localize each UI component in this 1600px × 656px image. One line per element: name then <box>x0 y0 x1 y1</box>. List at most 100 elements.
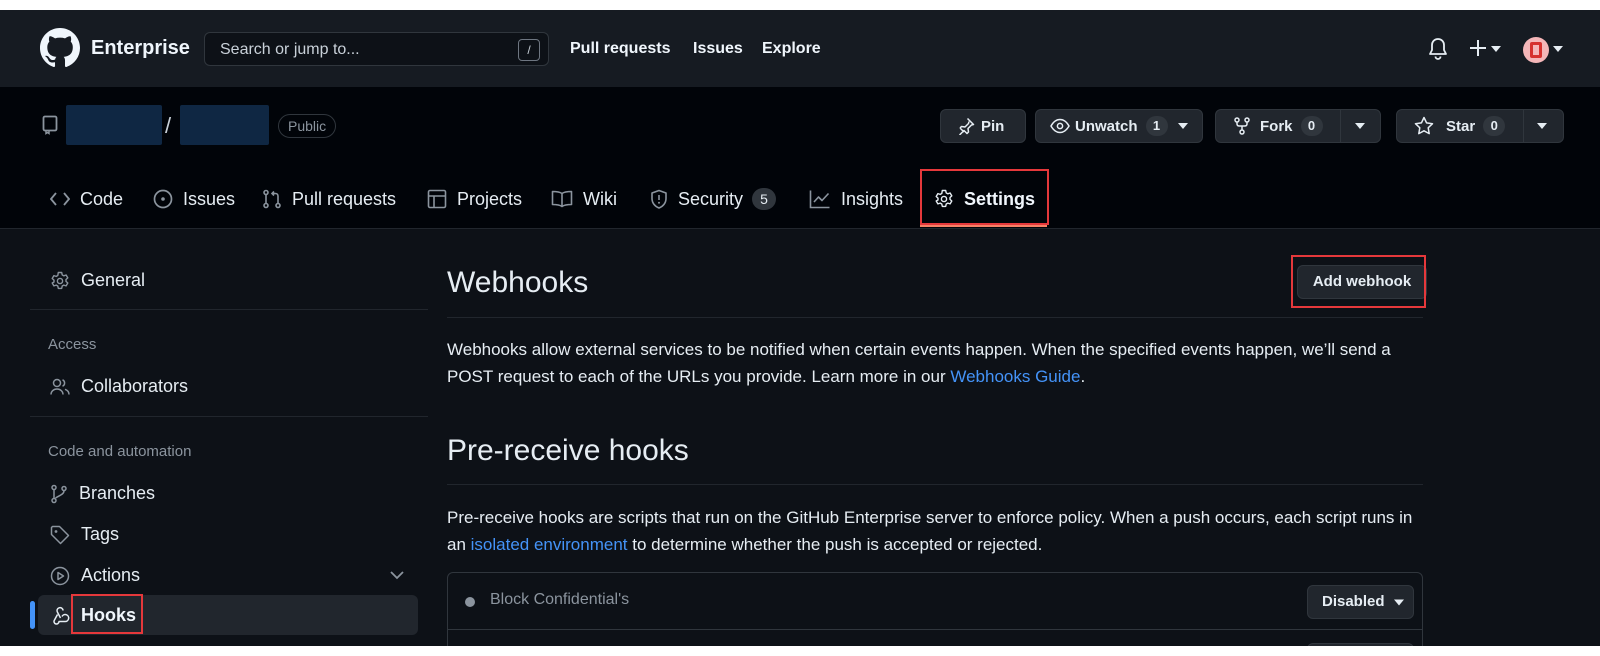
repo-header: / Public Pin Unwatch 1 Fork 0 Star 0 Cod… <box>0 87 1600 229</box>
sidebar-divider <box>30 416 428 417</box>
chevron-down-icon <box>1393 599 1404 606</box>
webhooks-description-text: Webhooks allow external services to be n… <box>447 340 1391 386</box>
sidebar-item-branches[interactable]: Branches <box>50 483 155 504</box>
fork-chevron-down-icon[interactable] <box>1354 122 1365 130</box>
book-icon <box>551 190 573 208</box>
add-webhook-highlight <box>1291 255 1426 308</box>
fork-count: 0 <box>1300 116 1323 136</box>
watch-count: 1 <box>1145 116 1168 136</box>
pin-icon <box>958 117 975 135</box>
webhooks-description: Webhooks allow external services to be n… <box>447 336 1423 390</box>
tab-pull-requests-label: Pull requests <box>292 188 397 209</box>
tab-code-label: Code <box>80 188 124 209</box>
gear-icon <box>51 271 69 289</box>
unwatch-chevron-down-icon <box>1177 123 1188 129</box>
hook-status-label: Disabled <box>1322 593 1385 610</box>
tab-insights-label: Insights <box>841 188 904 209</box>
repo-icon <box>42 115 58 135</box>
bottom-edge <box>0 646 1600 656</box>
webhooks-divider <box>447 317 1423 318</box>
unwatch-button[interactable]: Unwatch 1 <box>1035 109 1203 143</box>
list-item: Block Confidential's Disabled <box>448 573 1422 630</box>
sidebar-item-tags[interactable]: Tags <box>50 524 119 545</box>
fork-divider <box>1340 110 1341 142</box>
tab-issues-label: Issues <box>183 188 236 209</box>
star-chevron-down-icon[interactable] <box>1537 122 1548 130</box>
tab-wiki-label: Wiki <box>583 188 617 209</box>
hook-name: Block Confidential's <box>490 591 630 608</box>
sidebar-heading-code-automation: Code and automation <box>48 443 192 460</box>
star-label: Star <box>1446 117 1476 135</box>
sidebar-active-bar <box>30 601 35 629</box>
sidebar-item-branches-label: Branches <box>79 483 156 503</box>
sidebar-item-actions[interactable]: Actions <box>50 565 140 586</box>
code-icon <box>50 192 70 206</box>
pin-button[interactable]: Pin <box>940 109 1026 143</box>
pull-request-icon <box>263 189 281 209</box>
brand-name[interactable]: Enterprise <box>91 37 190 60</box>
star-count: 0 <box>1483 116 1506 136</box>
prereceive-description-end: to determine whether the push is accepte… <box>627 535 1043 554</box>
graph-icon <box>809 190 830 209</box>
plus-icon[interactable] <box>1469 39 1487 57</box>
hook-status-dropdown[interactable]: Disabled <box>1307 585 1414 619</box>
security-alert-count: 5 <box>752 188 777 210</box>
hooks-item-highlight <box>71 594 143 634</box>
sidebar-divider <box>30 309 428 310</box>
tab-projects[interactable]: Projects <box>427 184 522 214</box>
sidebar-item-collaborators[interactable]: Collaborators <box>50 376 188 397</box>
nav-explore[interactable]: Explore <box>762 40 821 58</box>
search-input[interactable]: Search or jump to... / <box>204 32 549 66</box>
webhook-icon <box>53 606 70 625</box>
tab-security-label: Security <box>678 188 744 209</box>
settings-tab-highlight <box>920 169 1049 225</box>
avatar[interactable] <box>1522 36 1550 64</box>
repo-name-redacted[interactable] <box>180 105 269 145</box>
nav-issues[interactable]: Issues <box>693 40 743 58</box>
prereceive-hooks-list: Block Confidential's Disabled <box>447 572 1423 656</box>
sidebar-item-general[interactable]: General <box>50 270 145 291</box>
git-branch-icon <box>51 484 67 503</box>
prereceive-description: Pre-receive hooks are scripts that run o… <box>447 504 1423 558</box>
tag-icon <box>50 525 70 544</box>
sidebar-item-tags-label: Tags <box>81 524 120 544</box>
fork-button[interactable]: Fork 0 <box>1215 109 1381 143</box>
prereceive-divider <box>447 484 1423 485</box>
repo-path-separator: / <box>165 113 172 138</box>
tab-insights[interactable]: Insights <box>809 184 903 214</box>
visibility-badge: Public <box>278 114 337 138</box>
unwatch-label: Unwatch <box>1075 117 1138 135</box>
status-dot-icon <box>465 597 475 607</box>
section-title-prereceive: Pre-receive hooks <box>447 434 689 467</box>
github-logo-icon[interactable] <box>40 28 80 68</box>
search-placeholder: Search or jump to... <box>220 41 360 58</box>
active-tab-indicator <box>920 225 1047 227</box>
repo-owner-redacted[interactable] <box>66 105 162 145</box>
sidebar-item-collaborators-label: Collaborators <box>81 376 189 396</box>
nav-pull-requests[interactable]: Pull requests <box>570 40 670 58</box>
shield-icon <box>651 189 667 209</box>
isolated-environment-link[interactable]: isolated environment <box>471 535 628 554</box>
people-icon <box>50 378 70 395</box>
webhooks-guide-link[interactable]: Webhooks Guide <box>950 367 1080 386</box>
pin-label: Pin <box>981 117 1005 135</box>
webhooks-description-end: . <box>1080 367 1086 386</box>
tab-pull-requests[interactable]: Pull requests <box>262 184 396 214</box>
tab-security[interactable]: Security 5 <box>650 184 777 214</box>
issue-opened-icon <box>153 189 173 209</box>
tab-projects-label: Projects <box>457 188 523 209</box>
fork-icon <box>1234 117 1250 135</box>
tab-wiki[interactable]: Wiki <box>551 184 617 214</box>
actions-chevron-down-icon[interactable] <box>390 571 404 580</box>
bell-icon[interactable] <box>1427 37 1449 61</box>
avatar-chevron-down-icon[interactable] <box>1553 45 1563 53</box>
sidebar-heading-access: Access <box>48 336 97 353</box>
sidebar-item-actions-label: Actions <box>81 565 141 585</box>
tab-issues[interactable]: Issues <box>153 184 235 214</box>
play-icon <box>50 566 70 585</box>
chevron-down-icon[interactable] <box>1491 45 1501 53</box>
star-divider <box>1523 110 1524 142</box>
star-button[interactable]: Star 0 <box>1396 109 1564 143</box>
tab-code[interactable]: Code <box>50 184 123 214</box>
search-shortcut-key: / <box>518 39 540 61</box>
